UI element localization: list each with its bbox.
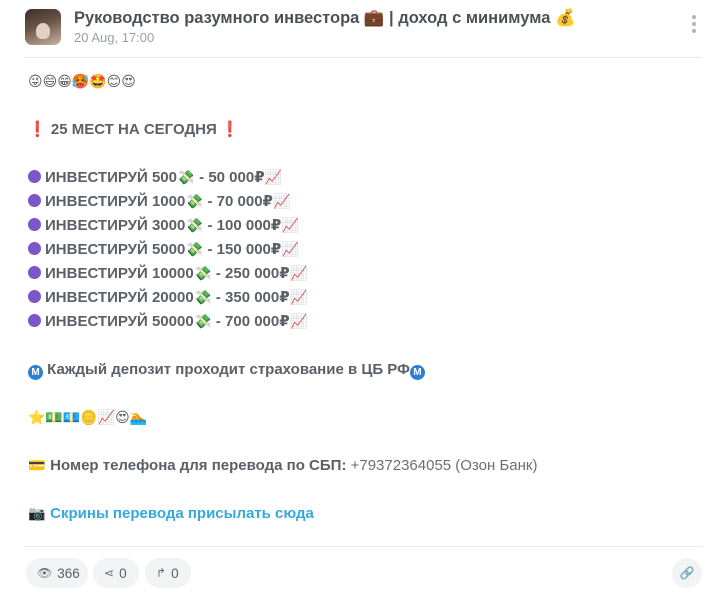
more-options-button[interactable]	[686, 13, 702, 35]
invest-row: ИНВЕСТИРУЙ 1000💸 - 70 000₽📈	[28, 190, 698, 214]
invest-row: ИНВЕСТИРУЙ 20000💸 - 350 000₽📈	[28, 286, 698, 310]
invest-row: ИНВЕСТИРУЙ 10000💸 - 250 000₽📈	[28, 262, 698, 286]
headline: ❗ 25 МЕСТ НА СЕГОДНЯ ❗	[28, 118, 698, 142]
money-icon: 💸	[185, 194, 204, 210]
money-icon: 💸	[177, 170, 195, 186]
invest-amount: 50000	[151, 313, 194, 330]
chart-up-icon: 📈	[264, 170, 283, 186]
share-icon: ⋖	[104, 566, 115, 580]
purple-circle-icon	[28, 218, 41, 231]
chart-up-icon: 📈	[289, 266, 308, 282]
views-count: 366	[57, 565, 80, 581]
post-date: 20 Aug, 17:00	[74, 30, 155, 45]
card-icon: 💳	[28, 458, 46, 474]
metro-icon: M	[409, 365, 425, 380]
purple-circle-icon	[28, 170, 41, 183]
exclamation-icon: ❗	[28, 121, 47, 138]
money-icon: 💸	[193, 290, 212, 306]
invest-prefix: ИНВЕСТИРУЙ	[45, 241, 148, 258]
money-icon: 💸	[185, 218, 204, 234]
invest-amount: 500	[151, 169, 177, 186]
invest-result: - 350 000₽	[215, 289, 290, 306]
chart-up-icon: 📈	[273, 194, 291, 210]
invest-row: ИНВЕСТИРУЙ 3000💸 - 100 000₽📈	[28, 214, 698, 238]
more-dot-icon	[692, 29, 696, 33]
invest-prefix: ИНВЕСТИРУЙ	[45, 217, 148, 234]
purple-circle-icon	[28, 266, 41, 279]
invest-prefix: ИНВЕСТИРУЙ	[45, 193, 148, 210]
camera-icon: 📷	[28, 506, 46, 522]
insurance-line: M Каждый депозит проходит страхование в …	[28, 358, 698, 382]
invest-row: ИНВЕСТИРУЙ 50000💸 - 700 000₽📈	[28, 310, 698, 334]
invest-amount: 5000	[151, 241, 186, 258]
invest-prefix: ИНВЕСТИРУЙ	[45, 265, 148, 282]
invest-amount: 10000	[151, 265, 194, 282]
money-icon: 💸	[185, 242, 204, 258]
invest-amount: 1000	[151, 193, 186, 210]
purple-circle-icon	[28, 194, 41, 207]
chart-up-icon: 📈	[289, 290, 308, 306]
phone-label: Номер телефона для перевода по СБП:	[50, 457, 347, 474]
exclamation-icon: ❗	[220, 121, 240, 138]
phone-line: 💳 Номер телефона для перевода по СБП: +7…	[28, 454, 698, 478]
screens-line: 📷 Скрины перевода присылать сюда	[28, 502, 698, 526]
invest-result: - 250 000₽	[215, 265, 290, 282]
chart-up-icon: 📈	[289, 314, 308, 330]
share-button[interactable]: ⋖ 0	[93, 558, 139, 588]
invest-prefix: ИНВЕСТИРУЙ	[45, 289, 148, 306]
invest-result: - 150 000₽	[207, 241, 282, 258]
metro-icon: M	[28, 365, 43, 380]
chart-up-icon: 📈	[281, 242, 300, 258]
invest-result: - 50 000₽	[199, 169, 265, 186]
views-counter[interactable]: 👁 366	[26, 558, 88, 588]
channel-avatar[interactable]	[25, 9, 61, 45]
post-footer: 👁 366 ⋖ 0 ↱ 0 🔗	[24, 558, 704, 588]
header-divider	[24, 57, 702, 58]
invest-amount: 20000	[151, 289, 194, 306]
forward-icon: ↱	[156, 566, 167, 580]
invest-prefix: ИНВЕСТИРУЙ	[45, 169, 148, 186]
more-dot-icon	[692, 15, 696, 19]
phone-value[interactable]: +79372364055 (Озон Банк)	[351, 457, 538, 474]
forwards-count: 0	[171, 565, 179, 581]
post-header: Руководство разумного инвестора 💼 | дохо…	[24, 9, 704, 55]
invest-result: - 700 000₽	[215, 313, 290, 330]
forward-button[interactable]: ↱ 0	[145, 558, 191, 588]
invest-result: - 100 000₽	[207, 217, 282, 234]
headline-text: 25 МЕСТ НА СЕГОДНЯ	[50, 121, 217, 138]
copy-link-button[interactable]: 🔗	[672, 558, 702, 588]
invest-prefix: ИНВЕСТИРУЙ	[45, 313, 148, 330]
invest-result: - 70 000₽	[207, 193, 273, 210]
invest-row: ИНВЕСТИРУЙ 5000💸 - 150 000₽📈	[28, 238, 698, 262]
link-icon: 🔗	[679, 566, 695, 580]
shares-count: 0	[119, 565, 127, 581]
insurance-text: Каждый депозит проходит страхование в ЦБ…	[47, 361, 410, 378]
footer-divider	[24, 546, 702, 547]
invest-list: ИНВЕСТИРУЙ 500💸 - 50 000₽📈 ИНВЕСТИРУЙ 100…	[28, 166, 698, 334]
more-dot-icon	[692, 22, 696, 26]
purple-circle-icon	[28, 290, 41, 303]
purple-circle-icon	[28, 242, 41, 255]
screens-link[interactable]: Скрины перевода присылать сюда	[50, 505, 314, 522]
money-icon: 💸	[193, 314, 212, 330]
chart-up-icon: 📈	[281, 218, 300, 234]
eye-icon: 👁	[37, 566, 53, 580]
purple-circle-icon	[28, 314, 41, 327]
money-icon: 💸	[193, 266, 212, 282]
channel-title[interactable]: Руководство разумного инвестора 💼 | дохо…	[74, 9, 576, 28]
invest-row: ИНВЕСТИРУЙ 500💸 - 50 000₽📈	[28, 166, 698, 190]
emoji-row-mid: ⭐💵💶🪙📈😍🏊	[28, 410, 148, 426]
emoji-row-top: 😜😄😁🥵🤩😊😍	[28, 74, 136, 90]
invest-amount: 3000	[151, 217, 186, 234]
post-body: 😜😄😁🥵🤩😊😍 ❗ 25 МЕСТ НА СЕГОДНЯ ❗ ИНВЕСТИРУ…	[28, 70, 698, 526]
